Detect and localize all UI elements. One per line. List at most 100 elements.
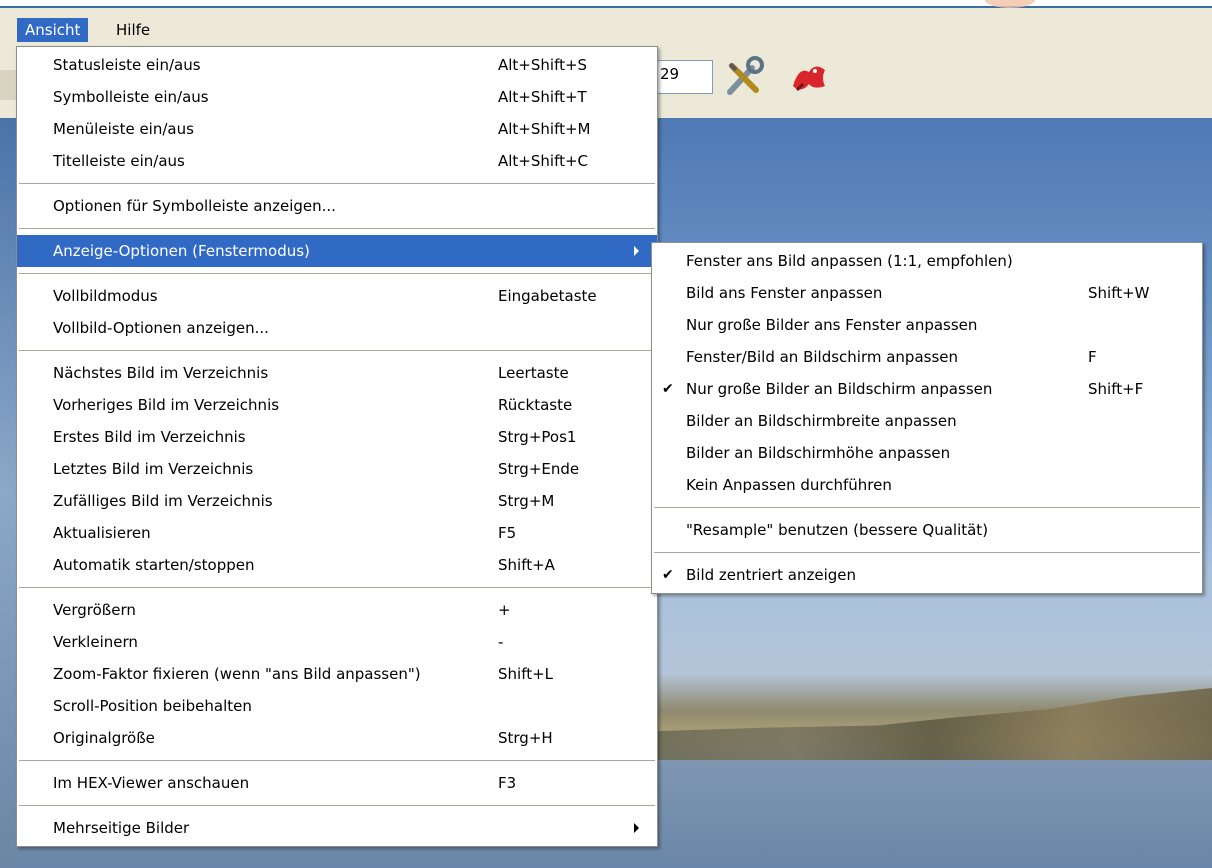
menu-item-label: Scroll-Position beibehalten xyxy=(53,697,252,715)
menu-item-label: Bilder an Bildschirmbreite anpassen xyxy=(686,412,957,430)
menu-item-bild-zentriert-anzeigen[interactable]: ✔ Bild zentriert anzeigen xyxy=(652,559,1202,591)
menu-item-shortcut: Shift+F xyxy=(1088,380,1144,398)
menu-item-label: Aktualisieren xyxy=(53,524,151,542)
menu-item-letztes-bild-im-verzeichnis[interactable]: Letztes Bild im Verzeichnis Strg+Ende xyxy=(17,453,657,485)
toolbar-edge-icon[interactable] xyxy=(0,70,17,100)
menu-item-symbolleiste-ein-aus[interactable]: Symbolleiste ein/aus Alt+Shift+T xyxy=(17,81,657,113)
menu-item-zufälliges-bild-im-verzeichnis[interactable]: Zufälliges Bild im Verzeichnis Strg+M xyxy=(17,485,657,517)
menu-separator xyxy=(19,183,655,184)
menu-item-zoom-faktor-fixieren-wenn-ans-bild-anpassen[interactable]: Zoom-Faktor fixieren (wenn "ans Bild anp… xyxy=(17,658,657,690)
menu-item-shortcut: - xyxy=(498,633,504,651)
menu-item-shortcut: Shift+A xyxy=(498,556,555,574)
menu-item-fenster-bild-an-bildschirm-anpassen[interactable]: Fenster/Bild an Bildschirm anpassen F xyxy=(652,341,1202,373)
menu-item-label: Bild zentriert anzeigen xyxy=(686,566,857,584)
menu-item-nächstes-bild-im-verzeichnis[interactable]: Nächstes Bild im Verzeichnis Leertaste xyxy=(17,357,657,389)
menu-item-label: Nur große Bilder ans Fenster anpassen xyxy=(686,316,978,334)
menu-item-optionen-für-symbolleiste-anzeigen[interactable]: Optionen für Symbolleiste anzeigen... xyxy=(17,190,657,222)
menu-separator xyxy=(19,228,655,229)
menu-item-label: Nur große Bilder an Bildschirm anpassen xyxy=(686,380,993,398)
menu-item-label: Menüleiste ein/aus xyxy=(53,120,194,138)
tools-icon[interactable] xyxy=(722,56,770,100)
zoom-input[interactable]: 29 xyxy=(655,60,713,94)
menu-separator xyxy=(19,273,655,274)
menu-item-label: Optionen für Symbolleiste anzeigen... xyxy=(53,197,336,215)
menu-item-shortcut: Rücktaste xyxy=(498,396,573,414)
submenu-arrow-icon xyxy=(634,246,639,256)
menu-item-scroll-position-beibehalten[interactable]: Scroll-Position beibehalten xyxy=(17,690,657,722)
menu-item-label: Zoom-Faktor fixieren (wenn "ans Bild anp… xyxy=(53,665,421,683)
menu-item-vollbildmodus[interactable]: Vollbildmodus Eingabetaste xyxy=(17,280,657,312)
menu-item-mehrseitige-bilder[interactable]: Mehrseitige Bilder xyxy=(17,812,657,844)
menu-item-titelleiste-ein-aus[interactable]: Titelleiste ein/aus Alt+Shift+C xyxy=(17,145,657,177)
menu-item-label: Vollbild-Optionen anzeigen... xyxy=(53,319,269,337)
menu-item-vollbild-optionen-anzeigen[interactable]: Vollbild-Optionen anzeigen... xyxy=(17,312,657,344)
menu-item-label: Vergrößern xyxy=(53,601,136,619)
menu-item-erstes-bild-im-verzeichnis[interactable]: Erstes Bild im Verzeichnis Strg+Pos1 xyxy=(17,421,657,453)
menu-item-nur-große-bilder-ans-fenster-anpassen[interactable]: Nur große Bilder ans Fenster anpassen xyxy=(652,309,1202,341)
menu-item-label: Zufälliges Bild im Verzeichnis xyxy=(53,492,273,510)
menu-separator xyxy=(654,507,1200,508)
menu-item-shortcut: F5 xyxy=(498,524,517,542)
menu-item-aktualisieren[interactable]: Aktualisieren F5 xyxy=(17,517,657,549)
menu-item-label: "Resample" benutzen (bessere Qualität) xyxy=(686,521,989,539)
checkmark-icon: ✔ xyxy=(662,567,674,583)
menu-item-statusleiste-ein-aus[interactable]: Statusleiste ein/aus Alt+Shift+S xyxy=(17,49,657,81)
anzeige-optionen-submenu: Fenster ans Bild anpassen (1:1, empfohle… xyxy=(651,242,1203,594)
menu-item-shortcut: F xyxy=(1088,348,1097,366)
menu-item-label: Anzeige-Optionen (Fenstermodus) xyxy=(53,242,310,260)
menu-item-label: Nächstes Bild im Verzeichnis xyxy=(53,364,269,382)
menu-item-label: Mehrseitige Bilder xyxy=(53,819,190,837)
menu-separator xyxy=(19,805,655,806)
menu-item-shortcut: Alt+Shift+C xyxy=(498,152,589,170)
menu-item-label: Erstes Bild im Verzeichnis xyxy=(53,428,246,446)
menu-separator xyxy=(19,587,655,588)
menu-item-bild-ans-fenster-anpassen[interactable]: Bild ans Fenster anpassen Shift+W xyxy=(652,277,1202,309)
menu-item-automatik-starten-stoppen[interactable]: Automatik starten/stoppen Shift+A xyxy=(17,549,657,581)
menu-item-im-hex-viewer-anschauen[interactable]: Im HEX-Viewer anschauen F3 xyxy=(17,767,657,799)
menu-item-label: Im HEX-Viewer anschauen xyxy=(53,774,250,792)
menu-item-bilder-an-bildschirmhöhe-anpassen[interactable]: Bilder an Bildschirmhöhe anpassen xyxy=(652,437,1202,469)
photo-edge xyxy=(0,118,16,868)
menu-separator xyxy=(654,552,1200,553)
menu-item-shortcut: Shift+W xyxy=(1088,284,1150,302)
menu-item-label: Symbolleiste ein/aus xyxy=(53,88,209,106)
menu-item-vorheriges-bild-im-verzeichnis[interactable]: Vorheriges Bild im Verzeichnis Rücktaste xyxy=(17,389,657,421)
menu-item-shortcut: Shift+L xyxy=(498,665,554,683)
menu-item-label: Bild ans Fenster anpassen xyxy=(686,284,883,302)
menu-item-shortcut: Strg+M xyxy=(498,492,555,510)
menu-item-anzeige-optionen-fenstermodus[interactable]: Anzeige-Optionen (Fenstermodus) xyxy=(17,235,657,267)
menu-ansicht[interactable]: Ansicht xyxy=(17,18,89,42)
menu-item-bilder-an-bildschirmbreite-anpassen[interactable]: Bilder an Bildschirmbreite anpassen xyxy=(652,405,1202,437)
menu-item-label: Originalgröße xyxy=(53,729,155,747)
menu-item-kein-anpassen-durchführen[interactable]: Kein Anpassen durchführen xyxy=(652,469,1202,501)
menu-item-nur-große-bilder-an-bildschirm-anpassen[interactable]: ✔ Nur große Bilder an Bildschirm anpassen… xyxy=(652,373,1202,405)
menu-item-shortcut: Strg+Ende xyxy=(498,460,580,478)
menu-item-shortcut: Eingabetaste xyxy=(498,287,597,305)
menu-item-label: Titelleiste ein/aus xyxy=(53,152,185,170)
menu-item-resample-benutzen-bessere-qualität[interactable]: "Resample" benutzen (bessere Qualität) xyxy=(652,514,1202,546)
menu-item-vergrößern[interactable]: Vergrößern + xyxy=(17,594,657,626)
menu-item-label: Fenster ans Bild anpassen (1:1, empfohle… xyxy=(686,252,1013,270)
menu-separator xyxy=(19,760,655,761)
menu-item-shortcut: Strg+Pos1 xyxy=(498,428,577,446)
menu-item-shortcut: F3 xyxy=(498,774,517,792)
menu-item-menüleiste-ein-aus[interactable]: Menüleiste ein/aus Alt+Shift+M xyxy=(17,113,657,145)
menu-item-label: Vollbildmodus xyxy=(53,287,158,305)
menu-item-verkleinern[interactable]: Verkleinern - xyxy=(17,626,657,658)
submenu-arrow-icon xyxy=(634,823,639,833)
menu-item-label: Fenster/Bild an Bildschirm anpassen xyxy=(686,348,959,366)
menu-item-fenster-ans-bild-anpassen-1-1-empfohlen[interactable]: Fenster ans Bild anpassen (1:1, empfohle… xyxy=(652,245,1202,277)
menu-item-label: Kein Anpassen durchführen xyxy=(686,476,892,494)
menu-item-originalgröße[interactable]: Originalgröße Strg+H xyxy=(17,722,657,754)
menu-item-shortcut: Alt+Shift+M xyxy=(498,120,591,138)
menu-item-shortcut: + xyxy=(498,601,511,619)
menu-item-label: Letztes Bild im Verzeichnis xyxy=(53,460,254,478)
menu-hilfe[interactable]: Hilfe xyxy=(108,18,158,42)
red-bird-icon[interactable] xyxy=(785,56,833,100)
menu-item-label: Vorheriges Bild im Verzeichnis xyxy=(53,396,280,414)
menu-item-shortcut: Leertaste xyxy=(498,364,569,382)
checkmark-icon: ✔ xyxy=(662,381,674,397)
menu-item-label: Verkleinern xyxy=(53,633,138,651)
menu-item-label: Bilder an Bildschirmhöhe anpassen xyxy=(686,444,951,462)
menu-item-shortcut: Alt+Shift+S xyxy=(498,56,588,74)
